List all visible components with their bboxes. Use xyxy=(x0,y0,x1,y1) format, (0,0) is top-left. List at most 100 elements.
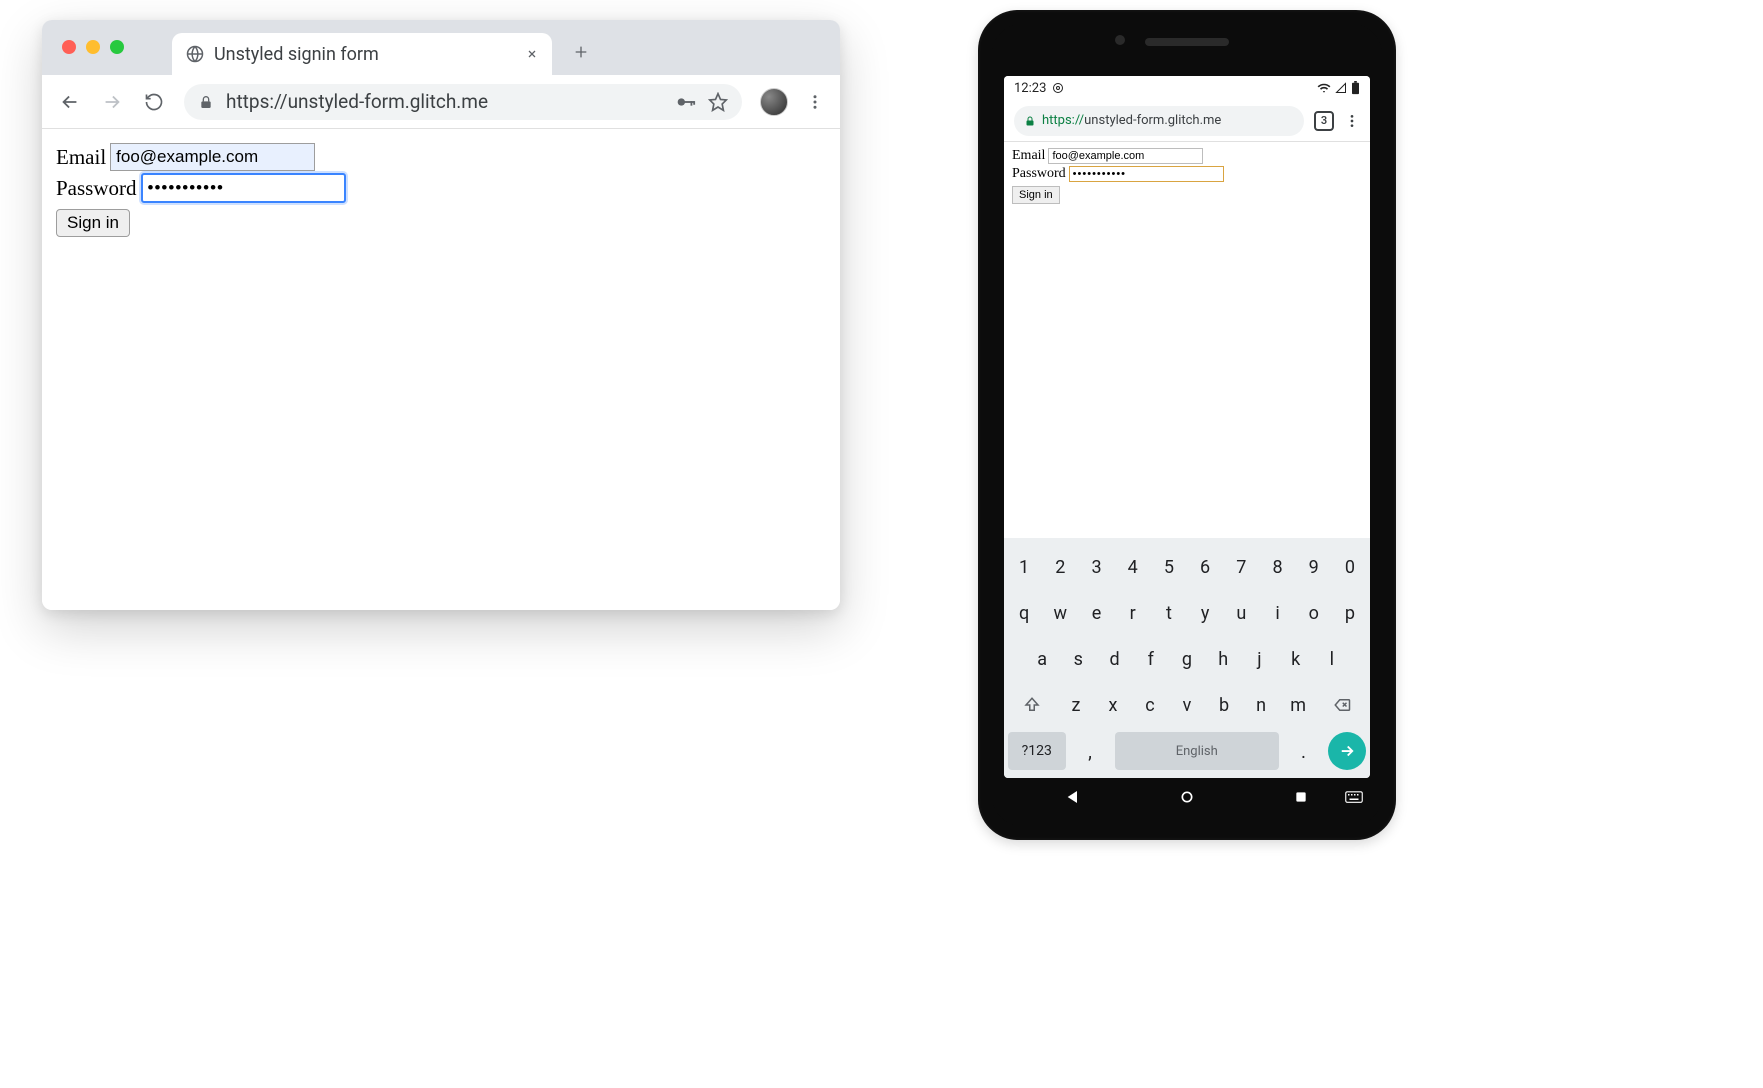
browser-menu-button[interactable] xyxy=(806,93,824,111)
new-tab-button[interactable] xyxy=(566,37,596,67)
key-o[interactable]: o xyxy=(1298,594,1330,632)
key-m[interactable]: m xyxy=(1282,686,1315,724)
key-p[interactable]: p xyxy=(1334,594,1366,632)
symbols-key[interactable]: ?123 xyxy=(1008,732,1066,770)
close-window-button[interactable] xyxy=(62,40,76,54)
key-g[interactable]: g xyxy=(1171,640,1203,678)
key-k[interactable]: k xyxy=(1280,640,1312,678)
mobile-menu-button[interactable] xyxy=(1344,113,1360,129)
mobile-email-label: Email xyxy=(1012,148,1045,164)
nav-back-button[interactable] xyxy=(1063,787,1083,807)
key-d[interactable]: d xyxy=(1098,640,1130,678)
lock-icon xyxy=(198,94,214,110)
profile-avatar[interactable] xyxy=(760,88,788,116)
backspace-key[interactable] xyxy=(1319,686,1366,724)
mobile-signin-form: Email Password Sign in xyxy=(1012,148,1362,204)
signin-form: Email Password Sign in xyxy=(56,143,826,237)
key-i[interactable]: i xyxy=(1261,594,1293,632)
key-w[interactable]: w xyxy=(1044,594,1076,632)
key-4[interactable]: 4 xyxy=(1117,548,1149,586)
mobile-password-input[interactable] xyxy=(1069,166,1224,182)
key-n[interactable]: n xyxy=(1245,686,1278,724)
mobile-url-host: unstyled-form.glitch.me xyxy=(1084,113,1221,128)
key-e[interactable]: e xyxy=(1080,594,1112,632)
email-input[interactable] xyxy=(110,143,315,171)
key-7[interactable]: 7 xyxy=(1225,548,1257,586)
android-nav-bar xyxy=(1016,782,1358,812)
key-2[interactable]: 2 xyxy=(1044,548,1076,586)
desktop-browser-window: Unstyled signin form https://unstyled-fo… xyxy=(42,20,840,610)
password-input[interactable] xyxy=(141,173,346,203)
key-x[interactable]: x xyxy=(1096,686,1129,724)
soft-keyboard: 1234567890 qwertyuiop asdfghjkl zxcvbnm … xyxy=(1004,538,1370,778)
back-button[interactable] xyxy=(58,90,82,114)
key-f[interactable]: f xyxy=(1135,640,1167,678)
key-z[interactable]: z xyxy=(1059,686,1092,724)
key-1[interactable]: 1 xyxy=(1008,548,1040,586)
nav-home-button[interactable] xyxy=(1177,787,1197,807)
key-3[interactable]: 3 xyxy=(1080,548,1112,586)
key-5[interactable]: 5 xyxy=(1153,548,1185,586)
key-a[interactable]: a xyxy=(1026,640,1058,678)
period-key[interactable]: . xyxy=(1283,732,1324,770)
keyboard-row-qwerty: qwertyuiop xyxy=(1008,594,1366,632)
battery-icon xyxy=(1351,81,1360,95)
tab-title: Unstyled signin form xyxy=(214,44,516,65)
browser-tab[interactable]: Unstyled signin form xyxy=(172,33,552,75)
page-viewport: Email Password Sign in xyxy=(42,129,840,610)
key-0[interactable]: 0 xyxy=(1334,548,1366,586)
url-text: https://unstyled-form.glitch.me xyxy=(226,90,662,113)
signal-icon xyxy=(1335,82,1347,94)
spacebar-key[interactable]: English xyxy=(1115,732,1279,770)
wifi-icon xyxy=(1317,81,1331,95)
key-y[interactable]: y xyxy=(1189,594,1221,632)
maximize-window-button[interactable] xyxy=(110,40,124,54)
email-label: Email xyxy=(56,145,106,170)
reload-button[interactable] xyxy=(142,90,166,114)
key-t[interactable]: t xyxy=(1153,594,1185,632)
key-u[interactable]: u xyxy=(1225,594,1257,632)
key-9[interactable]: 9 xyxy=(1298,548,1330,586)
keyboard-toggle-icon[interactable] xyxy=(1344,787,1364,807)
tab-switcher-button[interactable]: 3 xyxy=(1314,111,1334,131)
shift-key[interactable] xyxy=(1008,686,1055,724)
forward-button[interactable] xyxy=(100,90,124,114)
key-q[interactable]: q xyxy=(1008,594,1040,632)
minimize-window-button[interactable] xyxy=(86,40,100,54)
lock-icon xyxy=(1024,115,1036,127)
key-6[interactable]: 6 xyxy=(1189,548,1221,586)
status-time: 12:23 xyxy=(1014,81,1046,96)
key-l[interactable]: l xyxy=(1316,640,1348,678)
mobile-device-frame: 12:23 xyxy=(978,10,1396,840)
mobile-address-bar[interactable]: https://unstyled-form.glitch.me xyxy=(1014,106,1304,136)
speaker-grille xyxy=(1145,38,1229,46)
sync-icon xyxy=(1052,82,1064,94)
key-8[interactable]: 8 xyxy=(1261,548,1293,586)
address-bar[interactable]: https://unstyled-form.glitch.me xyxy=(184,84,742,120)
mobile-email-input[interactable] xyxy=(1048,148,1203,164)
bookmark-star-icon[interactable] xyxy=(708,92,728,112)
keyboard-row-asdf: asdfghjkl xyxy=(1008,640,1366,678)
status-bar: 12:23 xyxy=(1004,76,1370,100)
key-v[interactable]: v xyxy=(1170,686,1203,724)
nav-recents-button[interactable] xyxy=(1291,787,1311,807)
comma-key[interactable]: , xyxy=(1070,732,1111,770)
key-b[interactable]: b xyxy=(1208,686,1241,724)
key-c[interactable]: c xyxy=(1133,686,1166,724)
key-icon[interactable] xyxy=(674,91,696,113)
mobile-browser-toolbar: https://unstyled-form.glitch.me 3 xyxy=(1004,100,1370,142)
key-h[interactable]: h xyxy=(1207,640,1239,678)
signin-button[interactable]: Sign in xyxy=(56,209,130,237)
enter-key[interactable] xyxy=(1328,732,1366,770)
key-s[interactable]: s xyxy=(1062,640,1094,678)
close-tab-button[interactable] xyxy=(526,48,538,60)
keyboard-row-numbers: 1234567890 xyxy=(1008,548,1366,586)
front-camera xyxy=(1115,35,1125,45)
mobile-signin-button[interactable]: Sign in xyxy=(1012,186,1060,204)
browser-tab-strip: Unstyled signin form xyxy=(42,20,840,75)
tab-count: 3 xyxy=(1321,114,1327,127)
key-r[interactable]: r xyxy=(1117,594,1149,632)
keyboard-row-zxcv: zxcvbnm xyxy=(1008,686,1366,724)
mobile-screen: 12:23 xyxy=(1004,76,1370,778)
key-j[interactable]: j xyxy=(1243,640,1275,678)
